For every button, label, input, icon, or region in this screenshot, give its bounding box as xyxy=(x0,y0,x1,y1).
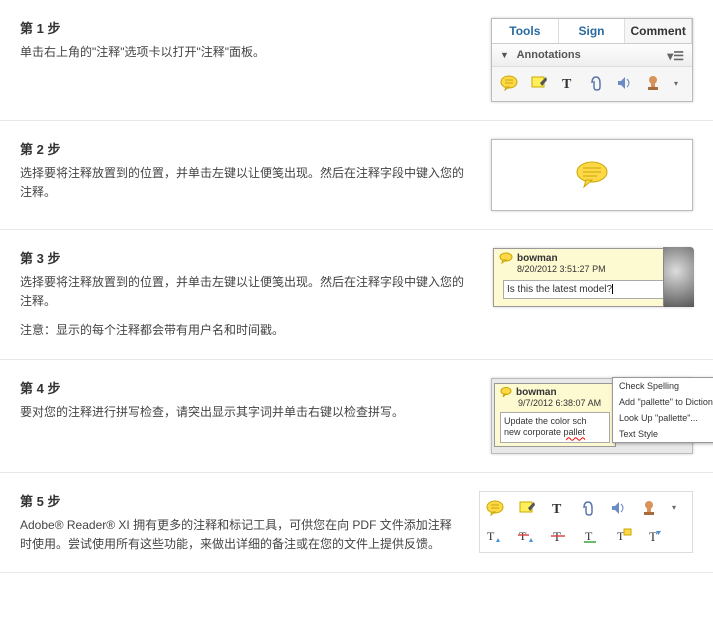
svg-text:T: T xyxy=(562,77,572,91)
note-text-input[interactable]: Is this the latest model? xyxy=(503,280,683,299)
step-text: 第 3 步 选择要将注释放置到的位置，并单击左键以让便笺出现。然后在注释字段中键… xyxy=(20,248,493,341)
step-3: 第 3 步 选择要将注释放置到的位置，并单击左键以让便笺出现。然后在注释字段中键… xyxy=(0,230,713,360)
section-label: Annotations xyxy=(517,49,581,61)
sticky-note-preview xyxy=(491,139,693,211)
sticky-note-icon[interactable] xyxy=(486,500,504,516)
stamp-icon[interactable] xyxy=(642,500,660,516)
text-icon[interactable]: T xyxy=(550,500,566,516)
svg-text:T: T xyxy=(487,529,495,543)
note-popup: bowman 9/7/2012 6:38:07 AM Update the co… xyxy=(494,383,616,447)
step-description: 选择要将注释放置到的位置，并单击左键以让便笺出现。然后在注释字段中键入您的注释。 xyxy=(20,164,471,202)
svg-text:T: T xyxy=(585,529,593,543)
underline-icon[interactable]: T xyxy=(582,528,600,544)
tools-palette: T ▾ T T T T T T xyxy=(479,491,693,553)
strikethrough-icon[interactable]: T xyxy=(550,528,568,544)
stamp-icon[interactable] xyxy=(646,75,664,91)
note-username: bowman xyxy=(517,253,558,264)
audio-icon[interactable] xyxy=(616,75,634,91)
background-photo-fragment xyxy=(663,247,694,307)
attach-icon[interactable] xyxy=(580,500,596,516)
step-4: 第 4 步 要对您的注释进行拼写检查，请突出显示其字词并单击右键以检查拼写。 b… xyxy=(0,360,713,473)
text-correction-icon[interactable]: T xyxy=(646,528,664,544)
spellcheck-panel: bowman 9/7/2012 6:38:07 AM Update the co… xyxy=(491,378,693,454)
step-1: 第 1 步 单击右上角的"注释"选项卡以打开"注释"面板。 Tools Sign… xyxy=(0,0,713,121)
misspelled-word: pallet xyxy=(564,427,586,437)
add-note-to-text-icon[interactable]: T xyxy=(614,528,632,544)
step-text: 第 4 步 要对您的注释进行拼写检查，请突出显示其字词并单击右键以检查拼写。 xyxy=(20,378,491,422)
menu-check-spelling[interactable]: Check Spelling xyxy=(613,378,713,394)
dropdown-icon[interactable]: ▾ xyxy=(672,503,676,512)
svg-text:T: T xyxy=(519,529,527,543)
step-text: 第 1 步 单击右上角的"注释"选项卡以打开"注释"面板。 xyxy=(20,18,491,62)
annotation-tools-row: T ▾ xyxy=(492,67,692,101)
sticky-note-icon xyxy=(499,252,513,264)
sticky-note-icon xyxy=(500,387,512,397)
step-title: 第 4 步 xyxy=(20,378,471,397)
step-title: 第 2 步 xyxy=(20,139,471,158)
step-text: 第 2 步 选择要将注释放置到的位置，并单击左键以让便笺出现。然后在注释字段中键… xyxy=(20,139,491,202)
step-description: 单击右上角的"注释"选项卡以打开"注释"面板。 xyxy=(20,43,471,62)
menu-add-dictionary[interactable]: Add "pallette" to Dictionary xyxy=(613,394,713,410)
step-illustration: Tools Sign Comment ▼ Annotations ▾☰ T ▾ xyxy=(491,18,693,102)
step-illustration: T ▾ T T T T T T xyxy=(479,491,693,553)
step-description: 要对您的注释进行拼写检查，请突出显示其字词并单击右键以检查拼写。 xyxy=(20,403,471,422)
step-illustration xyxy=(491,139,693,211)
text-cursor xyxy=(612,284,613,294)
note-text-input[interactable]: Update the color sch new corporate palle… xyxy=(500,412,610,443)
note-username: bowman xyxy=(516,387,557,398)
comment-panel: Tools Sign Comment ▼ Annotations ▾☰ T ▾ xyxy=(491,18,693,102)
note-timestamp: 9/7/2012 6:38:07 AM xyxy=(500,398,610,408)
tab-comment[interactable]: Comment xyxy=(625,19,692,43)
step-note: 注意：显示的每个注释都会带有用户名和时间戳。 xyxy=(20,321,473,340)
annotations-section-header[interactable]: ▼ Annotations ▾☰ xyxy=(492,44,692,67)
step-title: 第 3 步 xyxy=(20,248,473,267)
sticky-note-icon[interactable] xyxy=(500,75,518,91)
panel-tabs: Tools Sign Comment xyxy=(492,19,692,44)
options-icon[interactable]: ▾☰ xyxy=(667,49,684,63)
audio-icon[interactable] xyxy=(610,500,628,516)
highlight-icon[interactable] xyxy=(518,500,536,516)
dropdown-icon[interactable]: ▾ xyxy=(674,79,678,88)
collapse-arrow-icon: ▼ xyxy=(500,50,509,60)
insert-text-icon[interactable]: T xyxy=(486,528,504,544)
highlight-icon[interactable] xyxy=(530,75,548,91)
attach-icon[interactable] xyxy=(588,75,604,91)
sticky-note-icon xyxy=(575,160,609,190)
note-timestamp: 8/20/2012 3:51:27 PM xyxy=(499,264,687,274)
svg-text:T: T xyxy=(552,502,562,516)
step-title: 第 5 步 xyxy=(20,491,459,510)
step-description: Adobe® Reader® XI 拥有更多的注释和标记工具，可供您在向 PDF… xyxy=(20,516,459,554)
step-text: 第 5 步 Adobe® Reader® XI 拥有更多的注释和标记工具，可供您… xyxy=(20,491,479,554)
tab-tools[interactable]: Tools xyxy=(492,19,559,43)
annotation-popup: bowman 8/20/2012 3:51:27 PM Is this the … xyxy=(493,248,693,307)
context-menu: Check Spelling Add "pallette" to Diction… xyxy=(612,377,713,443)
step-2: 第 2 步 选择要将注释放置到的位置，并单击左键以让便笺出现。然后在注释字段中键… xyxy=(0,121,713,230)
replace-text-icon[interactable]: T xyxy=(518,528,536,544)
text-icon[interactable]: T xyxy=(560,75,576,91)
step-illustration: bowman 8/20/2012 3:51:27 PM Is this the … xyxy=(493,248,693,307)
step-description: 选择要将注释放置到的位置，并单击左键以让便笺出现。然后在注释字段中键入您的注释。 xyxy=(20,273,473,311)
svg-text:T: T xyxy=(649,529,657,544)
tab-sign[interactable]: Sign xyxy=(559,19,626,43)
menu-look-up[interactable]: Look Up "pallette"... xyxy=(613,410,713,426)
menu-text-style[interactable]: Text Style xyxy=(613,426,713,442)
step-5: 第 5 步 Adobe® Reader® XI 拥有更多的注释和标记工具，可供您… xyxy=(0,473,713,573)
step-title: 第 1 步 xyxy=(20,18,471,37)
step-illustration: bowman 9/7/2012 6:38:07 AM Update the co… xyxy=(491,378,693,454)
